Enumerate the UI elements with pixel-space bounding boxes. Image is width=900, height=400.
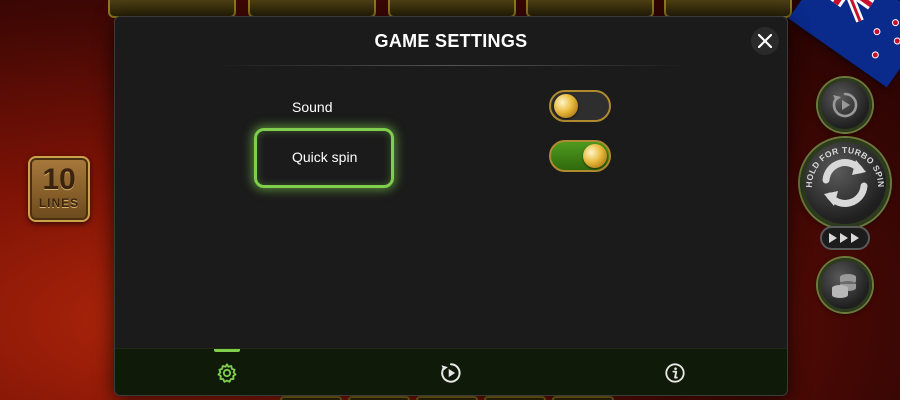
spin-button[interactable] xyxy=(800,138,890,228)
lines-label: LINES xyxy=(38,196,80,210)
tab-settings[interactable] xyxy=(197,349,257,396)
toggle-knob xyxy=(583,144,607,168)
modal-title: GAME SETTINGS xyxy=(374,31,528,51)
fast-forward-icon xyxy=(829,233,859,243)
settings-tab-bar xyxy=(115,348,787,395)
sound-label: Sound xyxy=(292,99,333,115)
tab-autoplay[interactable] xyxy=(421,349,481,396)
lines-badge[interactable]: 10 LINES xyxy=(28,156,90,222)
close-icon xyxy=(758,34,772,48)
spin-arrows-icon xyxy=(822,159,868,207)
bottom-tile xyxy=(280,396,342,400)
title-divider xyxy=(215,65,689,66)
close-button[interactable] xyxy=(751,27,779,55)
autoplay-icon xyxy=(441,362,461,383)
autoplay-button[interactable] xyxy=(818,78,872,132)
new-zealand-flag-icon[interactable] xyxy=(788,0,900,88)
coins-icon xyxy=(832,274,856,298)
gear-icon xyxy=(217,362,237,383)
bottom-tile xyxy=(348,396,410,400)
lines-count: 10 xyxy=(42,163,76,196)
quick-spin-toggle[interactable] xyxy=(549,140,611,172)
bottom-tile xyxy=(552,396,614,400)
info-icon xyxy=(665,362,685,383)
turbo-button[interactable] xyxy=(820,226,870,250)
game-settings-modal: GAME SETTINGS Sound Quick spin xyxy=(114,16,788,396)
autoplay-icon xyxy=(832,92,858,118)
bottom-tile xyxy=(484,396,546,400)
sound-toggle[interactable] xyxy=(549,90,611,122)
bottom-tile xyxy=(416,396,478,400)
active-tab-indicator xyxy=(214,349,240,352)
quick-spin-label: Quick spin xyxy=(292,149,358,165)
tab-info[interactable] xyxy=(645,349,705,396)
toggle-knob xyxy=(554,94,578,118)
bottom-tile-strip xyxy=(280,396,620,400)
bet-coins-button[interactable] xyxy=(818,258,872,312)
